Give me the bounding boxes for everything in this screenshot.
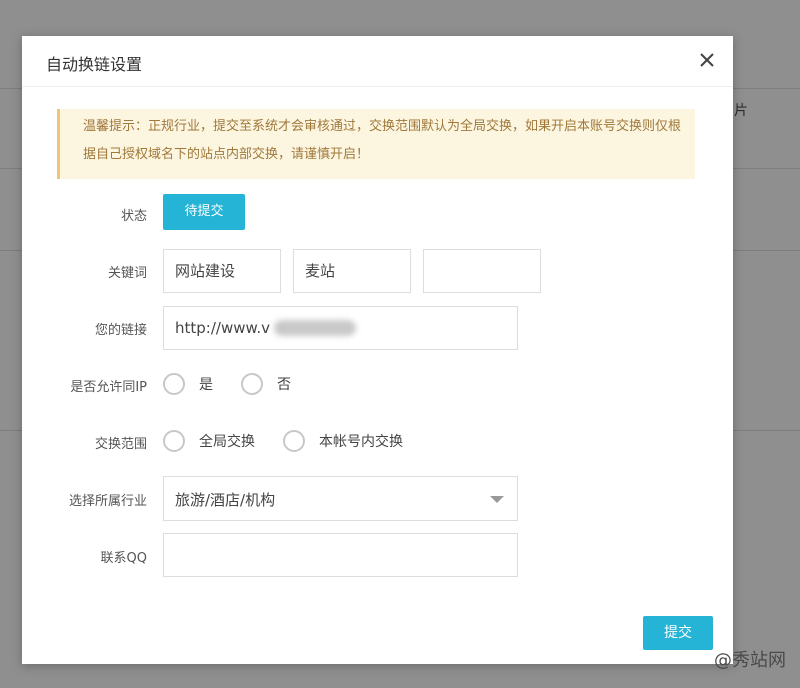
keyword-input-2[interactable]: 麦站 — [293, 249, 411, 293]
scope-radio-group: 全局交换 本帐号内交换 — [163, 427, 431, 455]
industry-label: 选择所属行业 — [68, 494, 147, 509]
warning-notice: 温馨提示：正规行业，提交至系统才会审核通过，交换范围默认为全局交换，如果开启本账… — [57, 109, 695, 179]
scope-global-radio[interactable] — [163, 430, 185, 452]
keywords-label: 关键词 — [107, 266, 147, 281]
scope-account-radio[interactable] — [283, 430, 305, 452]
same-ip-no-label: 否 — [277, 377, 291, 393]
scope-account-label: 本帐号内交换 — [319, 434, 403, 450]
keyword-input-1[interactable]: 网站建设 — [163, 249, 281, 293]
keyword-input-3[interactable] — [423, 249, 541, 293]
industry-select-value: 旅游/酒店/机构 — [175, 491, 276, 509]
industry-select[interactable]: 旅游/酒店/机构 — [163, 476, 518, 521]
status-label: 状态 — [120, 209, 147, 224]
close-button[interactable] — [695, 48, 719, 72]
close-icon — [700, 53, 714, 67]
background-partial-text: 片 — [734, 103, 748, 119]
same-ip-no-radio[interactable] — [241, 373, 263, 395]
qq-input[interactable] — [163, 533, 518, 577]
watermark-text: @秀站网 — [714, 650, 786, 671]
auto-link-settings-dialog: 自动换链设置 温馨提示：正规行业，提交至系统才会审核通过，交换范围默认为全局交换… — [22, 36, 733, 664]
watermark: @秀站网 — [714, 646, 786, 672]
status-badge: 待提交 — [163, 194, 245, 230]
same-ip-yes-radio[interactable] — [163, 373, 185, 395]
dialog-title: 自动换链设置 — [46, 55, 143, 74]
link-label: 您的链接 — [94, 323, 147, 338]
submit-button[interactable]: 提交 — [643, 616, 713, 650]
redacted-url-blur — [274, 320, 356, 336]
same-ip-radio-group: 是 否 — [163, 370, 319, 398]
scope-global-label: 全局交换 — [199, 434, 255, 450]
dialog-header: 自动换链设置 — [22, 36, 733, 87]
qq-label: 联系QQ — [100, 551, 147, 566]
same-ip-yes-label: 是 — [199, 377, 213, 393]
scope-label: 交换范围 — [94, 437, 147, 452]
same-ip-label: 是否允许同IP — [70, 380, 147, 395]
chevron-down-icon — [490, 496, 504, 503]
